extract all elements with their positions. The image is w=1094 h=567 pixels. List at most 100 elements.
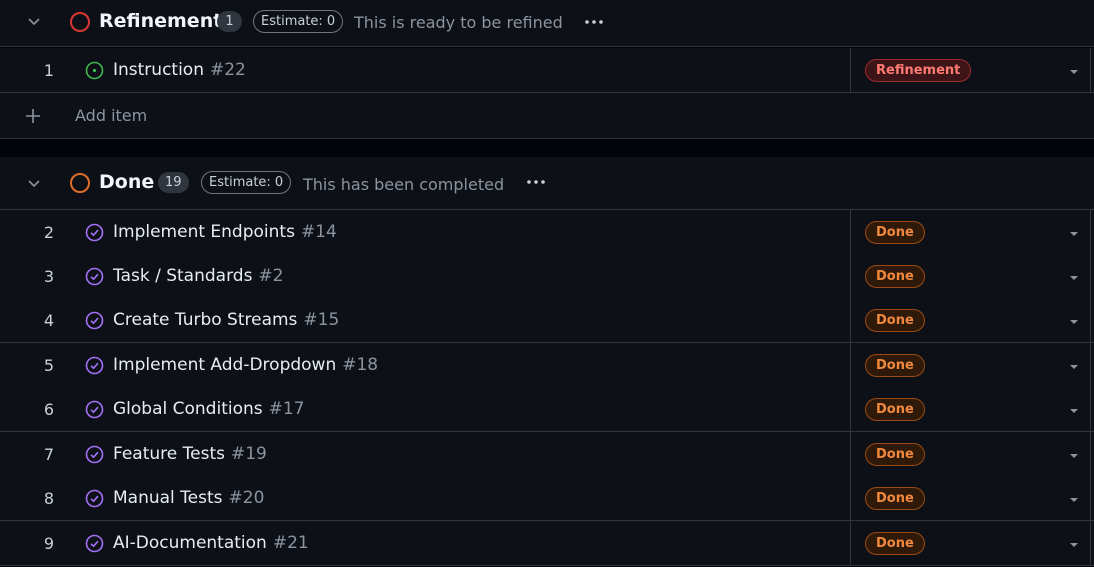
status-dropdown-icon[interactable] [1070, 365, 1078, 369]
column-divider [1090, 432, 1091, 476]
status-badge[interactable]: Refinement [865, 59, 972, 82]
table-row[interactable]: 4 Create Turbo Streams #15 Done [0, 298, 1094, 343]
open-issue-icon [85, 61, 104, 80]
table-row[interactable]: 3 Task / Standards #2 Done [0, 254, 1094, 299]
row-index: 1 [43, 61, 54, 80]
status-dropdown-icon[interactable] [1070, 276, 1078, 280]
item-title-link[interactable]: Implement Add-Dropdown #18 [113, 343, 378, 388]
add-item-button[interactable]: Add item [75, 93, 147, 139]
status-badge[interactable]: Done [865, 309, 925, 332]
column-divider [850, 343, 851, 387]
closed-issue-icon [85, 267, 104, 286]
column-divider [1090, 254, 1091, 298]
table-row[interactable]: 6 Global Conditions #17 Done [0, 387, 1094, 432]
item-title-link[interactable]: Feature Tests #19 [113, 432, 267, 477]
item-number: #17 [268, 399, 305, 419]
item-number: #14 [300, 222, 337, 242]
table-row[interactable]: 2 Implement Endpoints #14 Done [0, 210, 1094, 255]
closed-issue-icon [85, 534, 104, 553]
item-title-link[interactable]: Instruction #22 [113, 48, 246, 93]
status-dropdown-icon[interactable] [1070, 232, 1078, 236]
item-title-link[interactable]: AI-Documentation #21 [113, 521, 309, 566]
row-index: 3 [43, 267, 54, 286]
closed-issue-icon [85, 445, 104, 464]
column-divider [1090, 210, 1091, 254]
chevron-down-icon[interactable] [26, 175, 42, 191]
row-index: 7 [43, 445, 54, 464]
closed-issue-icon [85, 400, 104, 419]
row-index: 6 [43, 400, 54, 419]
column-divider [850, 432, 851, 476]
item-number: #19 [230, 444, 267, 464]
row-index: 5 [43, 356, 54, 375]
status-badge[interactable]: Done [865, 487, 925, 510]
group-description: This is ready to be refined [354, 13, 563, 32]
item-title-link[interactable]: Implement Endpoints #14 [113, 210, 337, 255]
closed-issue-icon [85, 223, 104, 242]
group-header-refinement: Refinement 1 Estimate: 0 This is ready t… [0, 0, 1094, 47]
closed-issue-icon [85, 356, 104, 375]
row-index: 8 [43, 489, 54, 508]
more-options-icon[interactable] [582, 13, 606, 31]
column-divider [850, 387, 851, 431]
item-number: #15 [303, 310, 340, 330]
table-row[interactable]: 1 Instruction #22 Refinement [0, 48, 1094, 93]
column-divider [850, 298, 851, 342]
table-row[interactable]: 9 AI-Documentation #21 Done [0, 521, 1094, 566]
item-title-link[interactable]: Task / Standards #2 [113, 254, 283, 299]
closed-issue-icon [85, 489, 104, 508]
column-divider [1090, 298, 1091, 342]
status-badge[interactable]: Done [865, 221, 925, 244]
status-badge[interactable]: Done [865, 265, 925, 288]
add-item-row[interactable]: Add item [0, 93, 1094, 139]
item-title-link[interactable]: Manual Tests #20 [113, 476, 264, 521]
refinement-status-icon [70, 12, 90, 32]
status-badge[interactable]: Done [865, 532, 925, 555]
row-index: 4 [43, 311, 54, 330]
table-row[interactable]: 7 Feature Tests #19 Done [0, 432, 1094, 477]
done-status-icon [70, 173, 90, 193]
item-title-link[interactable]: Create Turbo Streams #15 [113, 298, 339, 343]
status-dropdown-icon[interactable] [1070, 543, 1078, 547]
group-header-done: Done 19 Estimate: 0 This has been comple… [0, 157, 1094, 210]
column-divider [850, 48, 851, 92]
item-number: #21 [272, 533, 309, 553]
estimate-badge: Estimate: 0 [253, 10, 344, 33]
item-count-badge: 1 [217, 11, 242, 32]
status-dropdown-icon[interactable] [1070, 409, 1078, 413]
column-divider [850, 210, 851, 254]
status-dropdown-icon[interactable] [1070, 70, 1078, 74]
column-divider [1090, 387, 1091, 431]
chevron-down-icon[interactable] [26, 13, 42, 29]
column-divider [1090, 521, 1091, 565]
row-index: 9 [43, 534, 54, 553]
item-count-badge: 19 [158, 172, 189, 193]
column-divider [1090, 48, 1091, 92]
status-badge[interactable]: Done [865, 354, 925, 377]
more-options-icon[interactable] [524, 173, 548, 191]
status-badge[interactable]: Done [865, 443, 925, 466]
column-divider [850, 476, 851, 520]
status-dropdown-icon[interactable] [1070, 498, 1078, 502]
status-dropdown-icon[interactable] [1070, 454, 1078, 458]
closed-issue-icon [85, 311, 104, 330]
column-divider [850, 521, 851, 565]
column-divider [850, 254, 851, 298]
plus-icon[interactable] [24, 107, 42, 125]
group-description: This has been completed [303, 175, 505, 194]
status-badge[interactable]: Done [865, 398, 925, 421]
row-index: 2 [43, 223, 54, 242]
item-title-link[interactable]: Global Conditions #17 [113, 387, 305, 432]
item-number: #18 [342, 355, 379, 375]
column-divider [1090, 476, 1091, 520]
status-dropdown-icon[interactable] [1070, 320, 1078, 324]
column-divider [1090, 343, 1091, 387]
table-row[interactable]: 8 Manual Tests #20 Done [0, 476, 1094, 521]
estimate-badge: Estimate: 0 [201, 171, 292, 194]
item-number: #2 [258, 266, 284, 286]
item-number: #20 [228, 488, 265, 508]
table-row[interactable]: 5 Implement Add-Dropdown #18 Done [0, 343, 1094, 388]
group-title: Done [99, 171, 155, 193]
group-title: Refinement [99, 10, 223, 32]
item-number: #22 [210, 60, 246, 80]
